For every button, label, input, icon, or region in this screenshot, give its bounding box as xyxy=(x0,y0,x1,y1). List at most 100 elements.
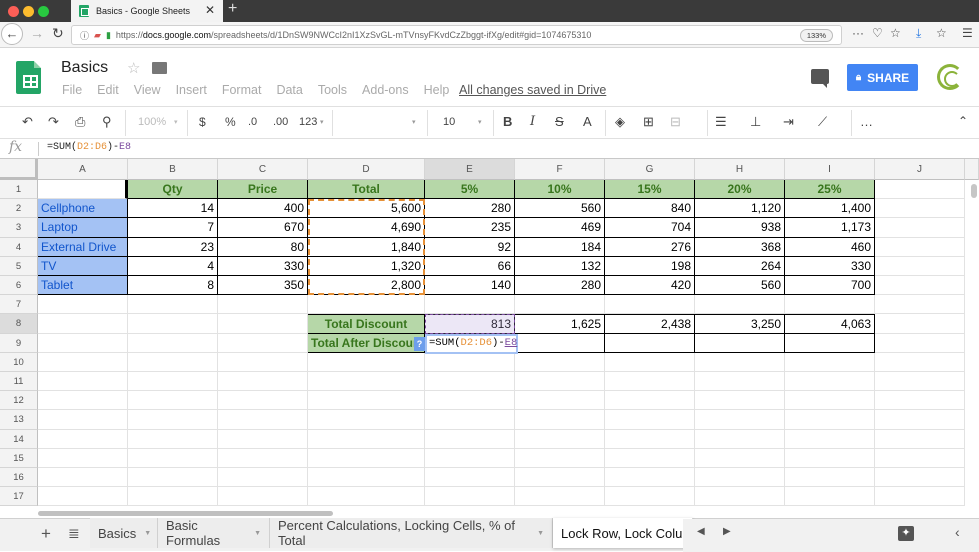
paint-format-icon[interactable]: ⚲ xyxy=(102,114,112,130)
browser-tab[interactable]: Basics - Google Sheets ✕ xyxy=(71,0,223,22)
sheet-tab-basics[interactable]: Basics ▼ xyxy=(90,518,158,548)
cell[interactable] xyxy=(308,448,425,468)
value-cell[interactable]: 14 xyxy=(128,199,218,219)
download-icon[interactable]: ⤓ xyxy=(916,26,921,41)
zoom-select[interactable]: 100% xyxy=(138,116,166,128)
cell[interactable] xyxy=(218,372,308,392)
folder-icon[interactable] xyxy=(152,62,167,74)
close-window-button[interactable] xyxy=(8,6,19,17)
row-header-2[interactable]: 2 xyxy=(0,199,38,219)
item-label-cell[interactable]: Laptop xyxy=(38,218,128,238)
column-header-g[interactable]: G xyxy=(605,159,695,180)
cell[interactable] xyxy=(425,352,515,372)
total-after-discount-cell[interactable] xyxy=(605,333,695,353)
header-cell[interactable]: 10% xyxy=(515,180,605,200)
borders-icon[interactable]: ⊞ xyxy=(643,114,654,130)
cell[interactable] xyxy=(605,468,695,488)
cell[interactable] xyxy=(605,352,695,372)
cell[interactable] xyxy=(605,295,695,315)
cell[interactable] xyxy=(875,199,965,219)
formula-help-button[interactable]: ? xyxy=(414,336,425,351)
cell[interactable] xyxy=(128,487,218,507)
sheet-tab-percent-calculations[interactable]: Percent Calculations, Locking Cells, % o… xyxy=(270,518,553,548)
cell[interactable] xyxy=(875,180,965,200)
value-cell[interactable]: 184 xyxy=(515,237,605,257)
sheet-tab-basic-formulas[interactable]: Basic Formulas ▼ xyxy=(158,518,270,548)
value-cell[interactable]: 700 xyxy=(785,276,875,296)
cell[interactable] xyxy=(605,448,695,468)
value-cell[interactable]: 840 xyxy=(605,199,695,219)
cell[interactable] xyxy=(785,410,875,430)
share-button[interactable]: 🔒︎ SHARE xyxy=(847,64,918,91)
cell[interactable] xyxy=(695,429,785,449)
explore-icon[interactable]: ✦ xyxy=(898,526,914,541)
merge-cells-icon[interactable]: ⊟ xyxy=(670,114,681,130)
value-cell[interactable]: 1,400 xyxy=(785,199,875,219)
font-size-caret-icon[interactable]: ▾ xyxy=(478,118,482,126)
value-cell[interactable]: 92 xyxy=(425,237,515,257)
cell[interactable] xyxy=(875,295,965,315)
total-after-discount-label[interactable]: Total After Discount xyxy=(308,333,425,353)
column-header-i[interactable]: I xyxy=(785,159,875,180)
value-cell[interactable]: 368 xyxy=(695,237,785,257)
sheet-tab-caret-icon[interactable]: ▼ xyxy=(537,530,544,537)
cell[interactable] xyxy=(308,468,425,488)
scroll-tabs-right-icon[interactable]: ▶ xyxy=(723,526,731,537)
cell[interactable] xyxy=(308,352,425,372)
blocked-content-icon[interactable]: ▰ xyxy=(94,30,101,41)
text-color-button[interactable]: A xyxy=(583,114,592,129)
cell[interactable] xyxy=(128,391,218,411)
more-formats-caret-icon[interactable]: ▾ xyxy=(320,118,324,126)
cell[interactable] xyxy=(605,372,695,392)
row-header-13[interactable]: 13 xyxy=(0,410,38,430)
value-cell[interactable]: 198 xyxy=(605,256,695,276)
cell[interactable] xyxy=(515,372,605,392)
row-header-8[interactable]: 8 xyxy=(0,314,38,334)
cell[interactable] xyxy=(695,372,785,392)
strikethrough-button[interactable]: S xyxy=(555,114,564,129)
value-cell[interactable]: 140 xyxy=(425,276,515,296)
row-header-11[interactable]: 11 xyxy=(0,372,38,392)
value-cell[interactable]: 1,120 xyxy=(695,199,785,219)
cell[interactable] xyxy=(695,352,785,372)
address-bar[interactable]: ⓘ ▰ ▮ https://docs.google.com/spreadshee… xyxy=(71,25,842,45)
add-sheet-button[interactable]: + xyxy=(41,524,51,544)
item-label-cell[interactable]: External Drive xyxy=(38,237,128,257)
collapse-menus-icon[interactable]: ⌃ xyxy=(958,114,968,128)
value-cell[interactable]: 560 xyxy=(515,199,605,219)
value-cell[interactable]: 132 xyxy=(515,256,605,276)
cell[interactable] xyxy=(875,218,965,238)
print-icon[interactable]: ⎙ xyxy=(75,114,85,130)
value-cell[interactable]: 280 xyxy=(515,276,605,296)
cell[interactable] xyxy=(875,372,965,392)
value-cell[interactable]: 280 xyxy=(425,199,515,219)
font-family-select[interactable]: ▾ xyxy=(412,118,416,126)
column-header-c[interactable]: C xyxy=(218,159,308,180)
cell[interactable] xyxy=(425,468,515,488)
cell[interactable] xyxy=(515,295,605,315)
cell[interactable] xyxy=(425,372,515,392)
horizontal-scrollbar[interactable] xyxy=(38,511,333,516)
cell[interactable] xyxy=(218,448,308,468)
cell[interactable] xyxy=(218,333,308,353)
value-cell[interactable]: 400 xyxy=(218,199,308,219)
star-icon[interactable]: ☆ xyxy=(127,59,140,77)
library-icon[interactable]: ☆ xyxy=(936,26,947,40)
value-cell[interactable]: 7 xyxy=(128,218,218,238)
value-cell[interactable]: 1,840 xyxy=(308,237,425,257)
row-header-12[interactable]: 12 xyxy=(0,391,38,411)
cell[interactable] xyxy=(695,410,785,430)
row-header-5[interactable]: 5 xyxy=(0,256,38,276)
row-header-15[interactable]: 15 xyxy=(0,448,38,468)
value-cell[interactable]: 330 xyxy=(218,256,308,276)
vertical-align-icon[interactable]: ⊥ xyxy=(750,114,761,130)
value-cell[interactable]: 4,690 xyxy=(308,218,425,238)
value-cell[interactable]: 420 xyxy=(605,276,695,296)
comments-icon[interactable] xyxy=(811,69,829,88)
save-status-link[interactable]: All changes saved in Drive xyxy=(459,83,606,97)
value-cell[interactable]: 2,800 xyxy=(308,276,425,296)
cell[interactable] xyxy=(515,487,605,507)
cell[interactable] xyxy=(515,429,605,449)
header-cell[interactable]: 20% xyxy=(695,180,785,200)
row-header-14[interactable]: 14 xyxy=(0,429,38,449)
